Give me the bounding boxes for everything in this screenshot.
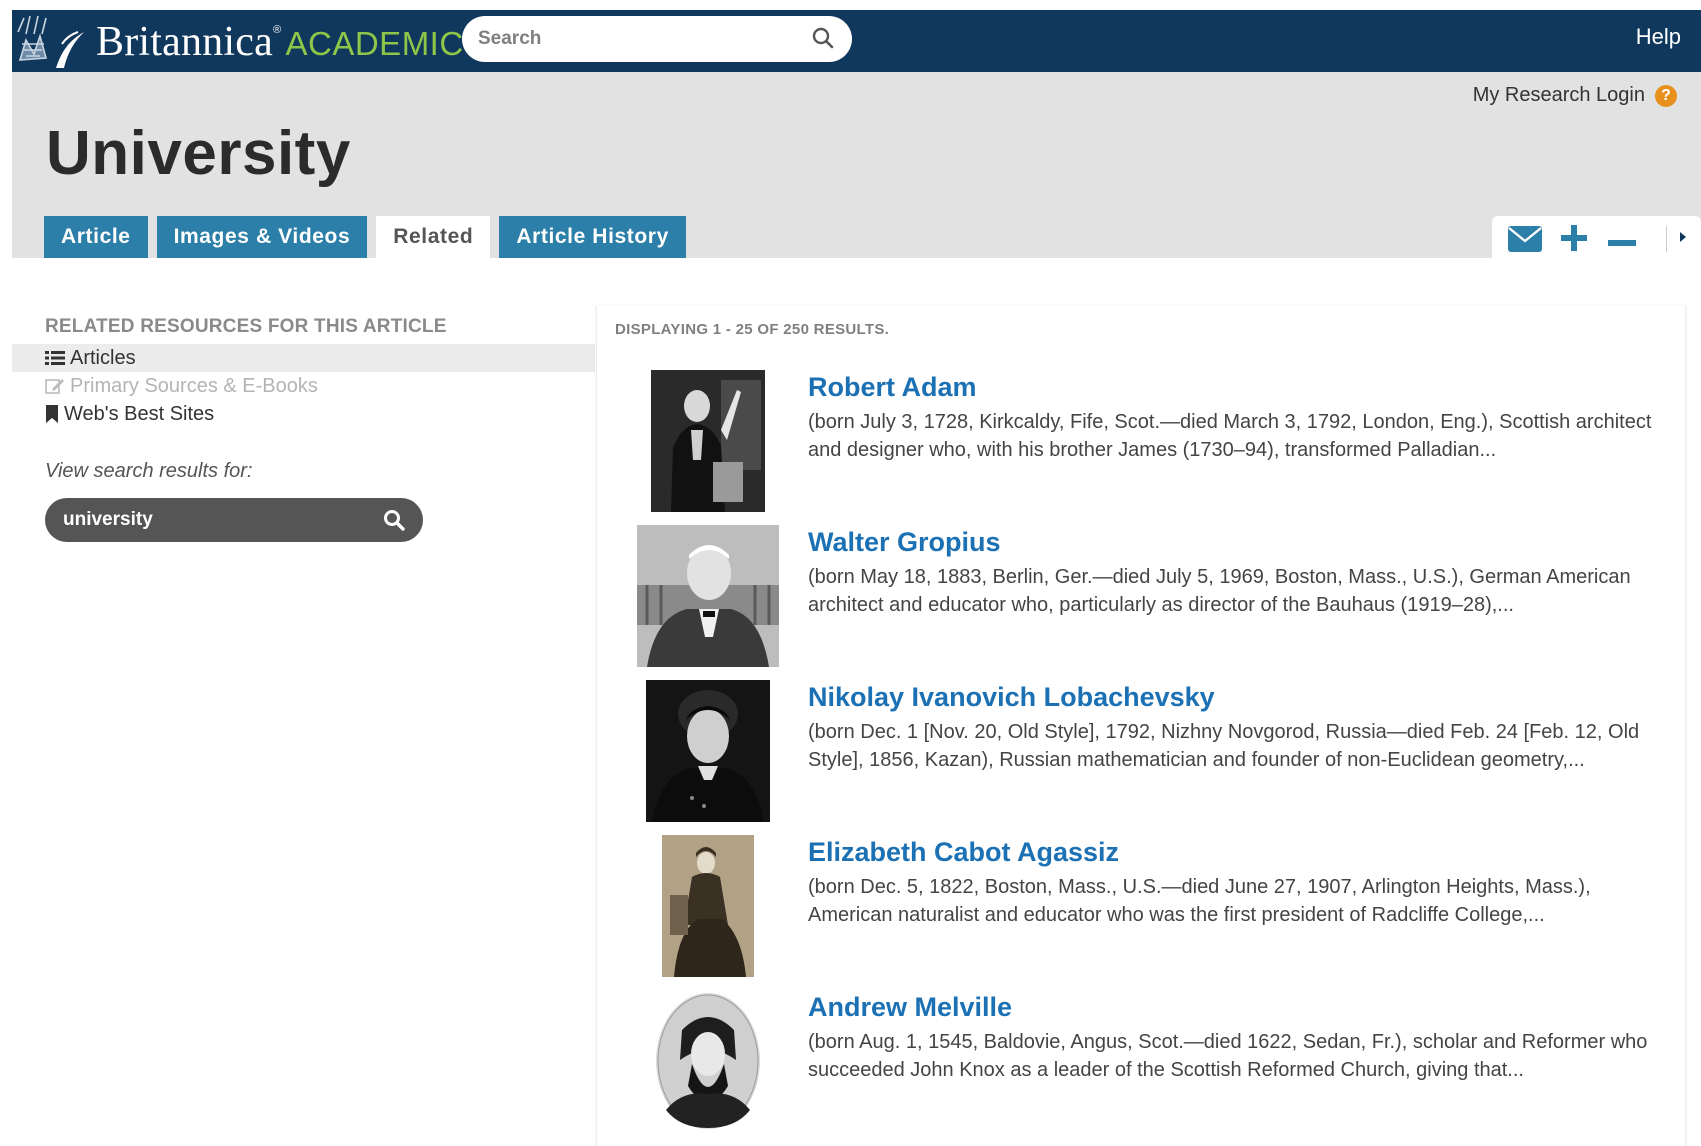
result-item: Nikolay Ivanovich Lobachevsky (born Dec.…	[597, 680, 1687, 830]
result-title-link[interactable]: Elizabeth Cabot Agassiz	[808, 837, 1119, 868]
result-snippet: (born Dec. 5, 1822, Boston, Mass., U.S.—…	[808, 876, 1591, 926]
result-thumbnail[interactable]	[635, 525, 781, 667]
portrait-robert-adam	[651, 370, 765, 512]
sidebar-item-webs-best-sites[interactable]: Web's Best Sites	[12, 400, 595, 428]
portrait-elizabeth-agassiz	[662, 835, 754, 977]
result-title-link[interactable]: Nikolay Ivanovich Lobachevsky	[808, 682, 1215, 713]
thistle-logo-icon	[17, 15, 84, 68]
view-search-results-label: View search results for:	[45, 460, 253, 482]
question-circle-icon[interactable]: ?	[1655, 84, 1677, 107]
result-item: Elizabeth Cabot Agassiz (born Dec. 5, 18…	[597, 835, 1687, 985]
results-panel: DISPLAYING 1 - 25 OF 250 RESULTS. Robert…	[596, 306, 1686, 1146]
sidebar-heading: RELATED RESOURCES FOR THIS ARTICLE	[45, 316, 447, 337]
sidebar-item-label: Web's Best Sites	[64, 402, 215, 425]
registered-mark: ®	[272, 24, 282, 36]
result-thumbnail[interactable]	[635, 835, 781, 977]
brand-main: Britannica	[96, 19, 273, 65]
top-nav-bar: Britannica® ACADEMIC Help	[12, 10, 1701, 72]
result-thumbnail[interactable]	[635, 370, 781, 512]
result-snippet: (born July 3, 1728, Kirkcaldy, Fife, Sco…	[808, 411, 1652, 461]
page-title: University	[46, 119, 351, 188]
sidebar-search-box	[45, 498, 423, 542]
result-item: Walter Gropius (born May 18, 1883, Berli…	[597, 525, 1687, 675]
my-research-login[interactable]: My Research Login ?	[1473, 84, 1677, 107]
article-tabs: Article Images & Videos Related Article …	[44, 216, 695, 258]
envelope-icon[interactable]	[1508, 226, 1542, 257]
sidebar-item-articles[interactable]: Articles	[12, 344, 595, 372]
caret-right-icon[interactable]	[1678, 230, 1688, 249]
portrait-walter-gropius	[637, 525, 779, 667]
toolbox-divider	[1666, 226, 1667, 252]
brand-sub: ACADEMIC	[285, 25, 464, 62]
result-title-link[interactable]: Walter Gropius	[808, 527, 1001, 558]
result-snippet: (born May 18, 1883, Berlin, Ger.—died Ju…	[808, 566, 1631, 616]
edit-icon	[45, 377, 65, 395]
top-search-box	[462, 16, 852, 62]
result-title-link[interactable]: Robert Adam	[808, 372, 977, 403]
result-thumbnail[interactable]	[635, 680, 781, 822]
sidebar-item-label: Articles	[70, 346, 136, 369]
tab-article[interactable]: Article	[44, 216, 148, 258]
sidebar-item-primary-sources: Primary Sources & E-Books	[12, 372, 595, 400]
result-item: Robert Adam (born July 3, 1728, Kirkcald…	[597, 370, 1687, 520]
tab-related[interactable]: Related	[376, 216, 491, 258]
article-header: My Research Login ? University Article I…	[12, 72, 1701, 258]
plus-icon[interactable]	[1560, 224, 1588, 257]
article-toolbox	[1492, 216, 1701, 258]
result-item: Andrew Melville (born Aug. 1, 1545, Bald…	[597, 990, 1687, 1140]
result-snippet: (born Dec. 1 [Nov. 20, Old Style], 1792,…	[808, 721, 1640, 771]
results-count: DISPLAYING 1 - 25 OF 250 RESULTS.	[615, 321, 890, 338]
tab-article-history[interactable]: Article History	[499, 216, 686, 258]
tab-images-videos[interactable]: Images & Videos	[156, 216, 368, 258]
brand-wordmark: Britannica® ACADEMIC	[96, 18, 464, 66]
bookmark-icon	[45, 405, 59, 423]
help-link[interactable]: Help	[1636, 24, 1681, 50]
sidebar-item-label: Primary Sources & E-Books	[70, 374, 318, 397]
top-search-input[interactable]	[478, 24, 798, 54]
britannica-logo[interactable]: Britannica® ACADEMIC	[12, 10, 463, 72]
list-icon	[45, 350, 65, 366]
result-thumbnail[interactable]	[635, 990, 781, 1132]
minus-icon[interactable]	[1608, 234, 1636, 252]
magnifier-icon[interactable]	[812, 27, 834, 54]
research-login-label[interactable]: My Research Login	[1473, 84, 1645, 107]
magnifier-icon[interactable]	[383, 509, 405, 536]
portrait-andrew-melville	[652, 990, 764, 1132]
result-snippet: (born Aug. 1, 1545, Baldovie, Angus, Sco…	[808, 1031, 1648, 1081]
portrait-lobachevsky	[646, 680, 770, 822]
result-title-link[interactable]: Andrew Melville	[808, 992, 1012, 1023]
sidebar-search-input[interactable]	[63, 506, 353, 534]
